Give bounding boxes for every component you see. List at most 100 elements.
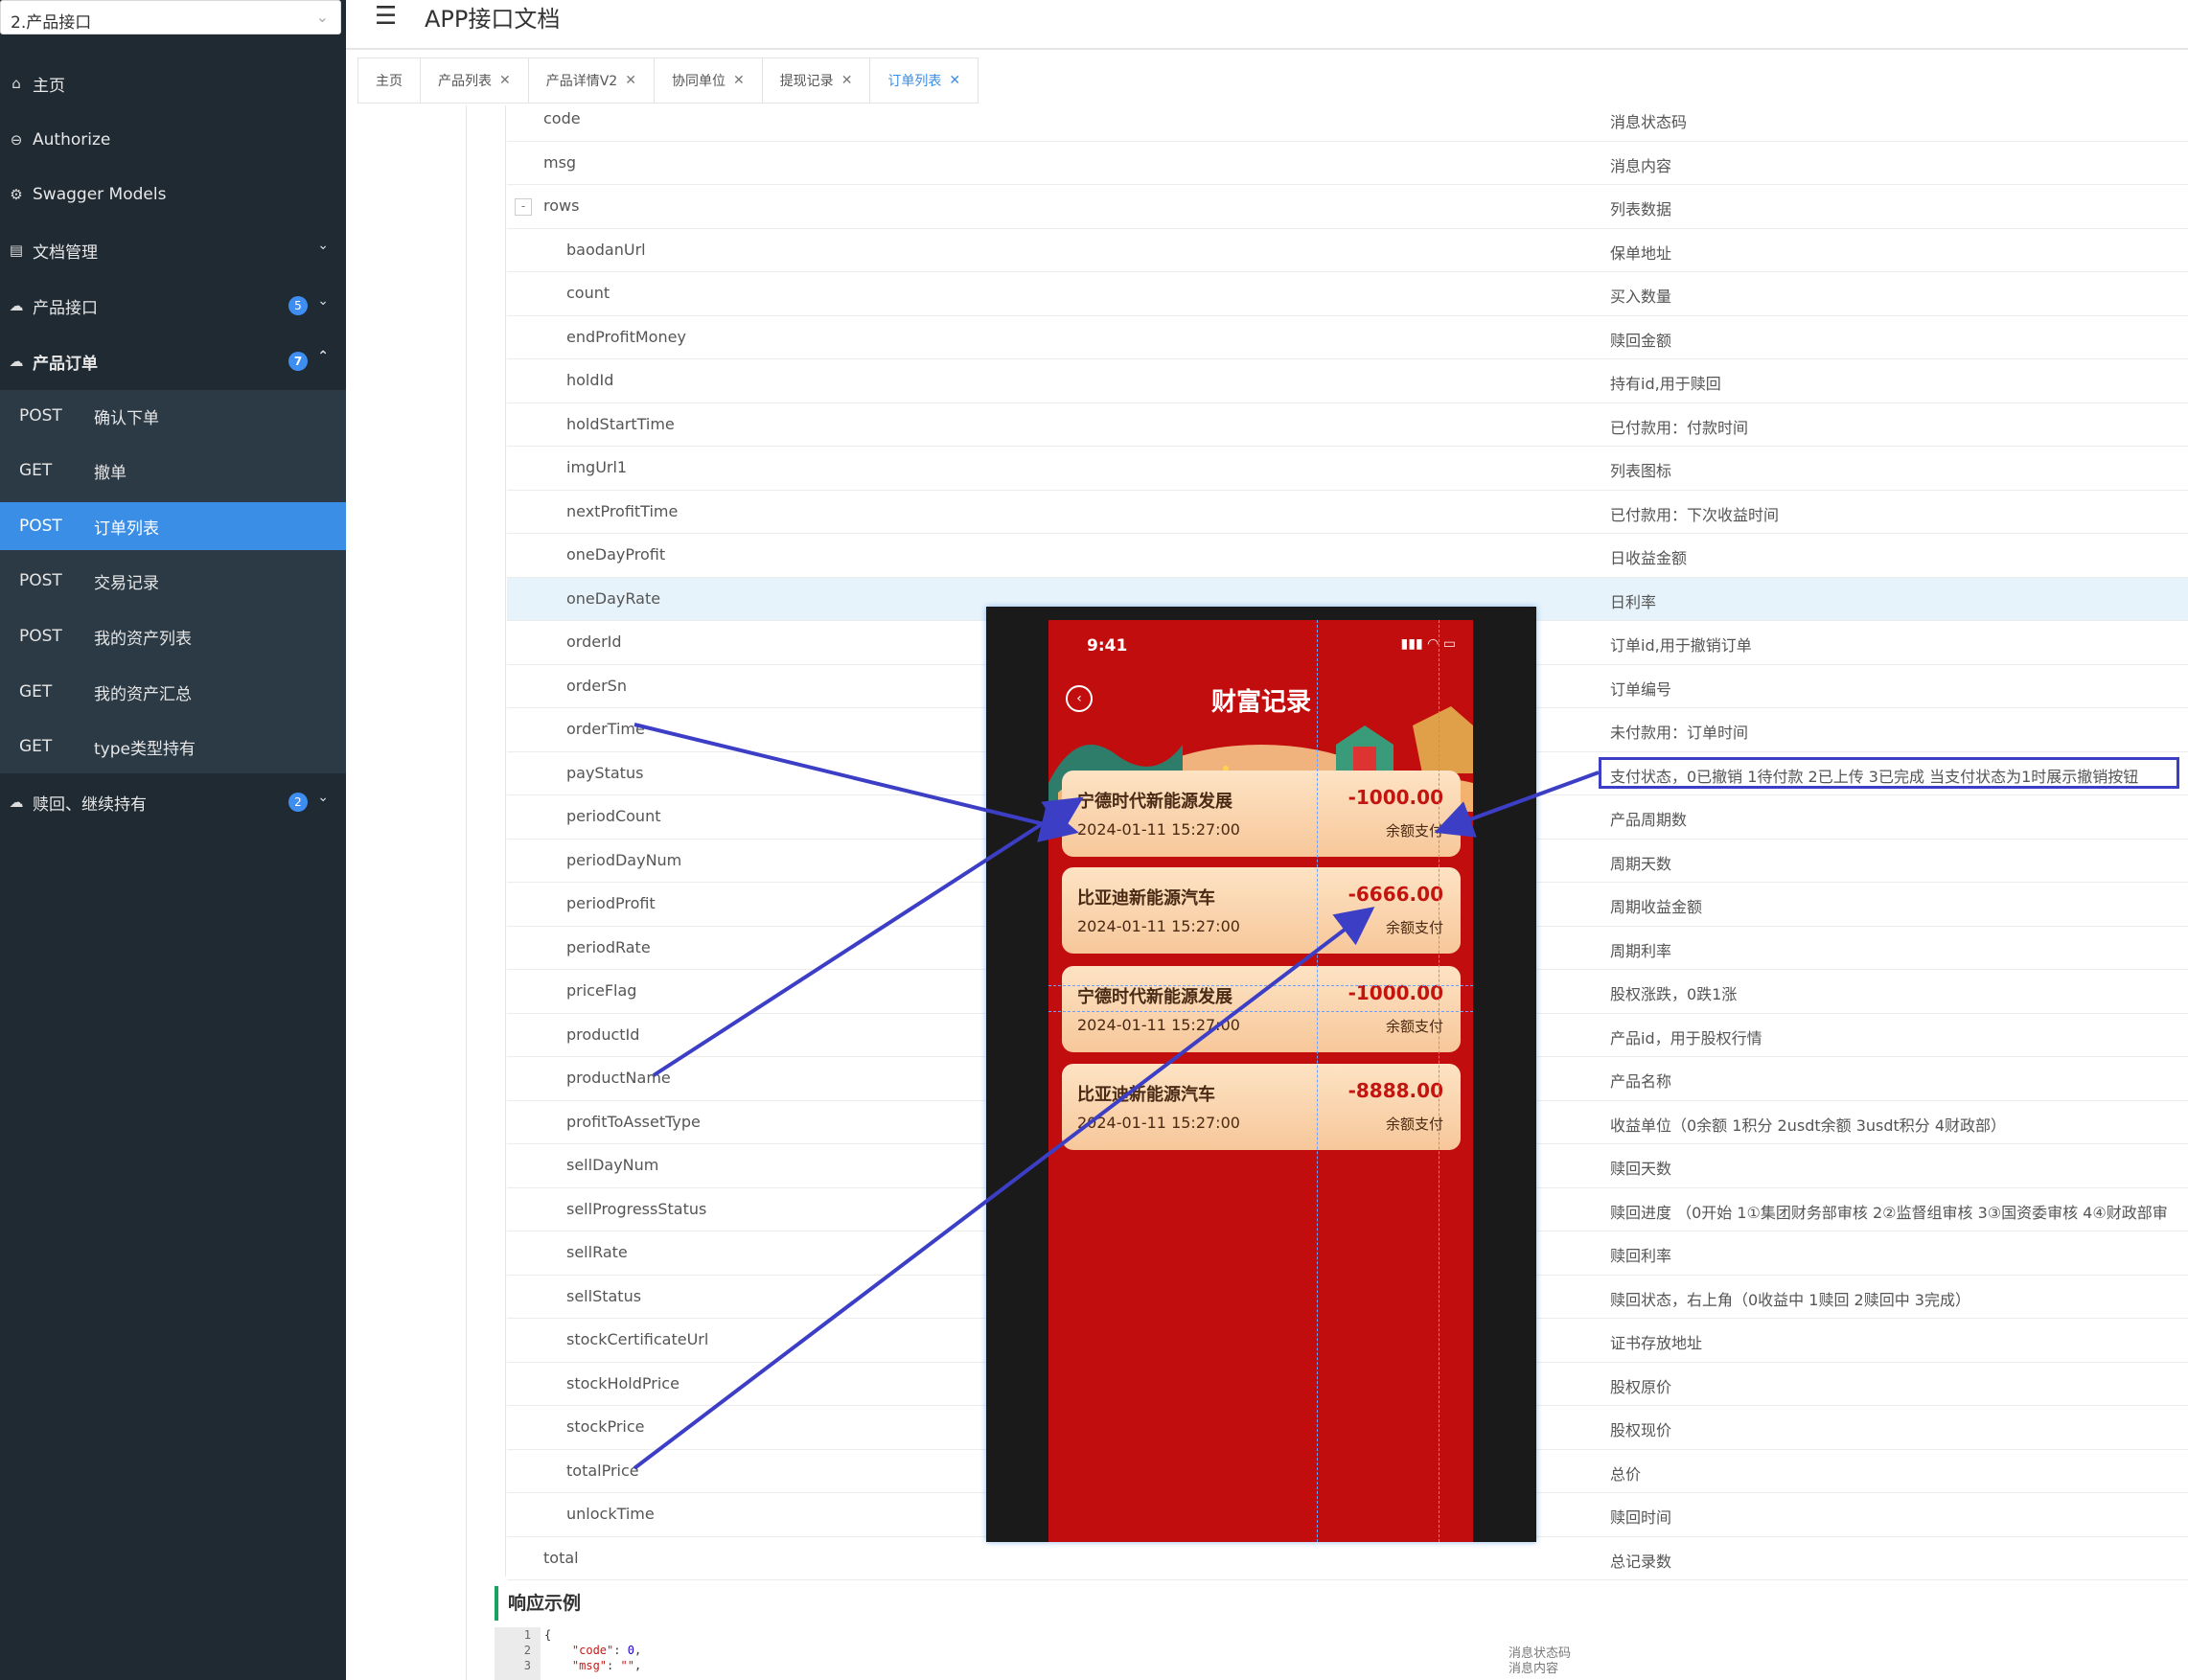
param-name: code [543,109,581,127]
sidebar-item-doc-manage[interactable]: ▤ 文档管理 ⌄ [0,222,346,278]
param-desc: 订单id,用于撤销订单 [1610,636,1752,655]
param-desc: 赎回天数 [1610,1160,1672,1178]
param-name: unlockTime [566,1505,655,1523]
tab-order-list[interactable]: 订单列表 ✕ [869,58,979,104]
service-select[interactable]: 2.产品接口 ⌄ [0,0,341,35]
param-name: count [566,284,610,302]
tab-product-detail[interactable]: 产品详情V2 ✕ [527,58,654,104]
cloud-icon: ☁ [9,794,24,811]
cloud-icon: ☁ [9,297,24,314]
param-desc: 赎回进度 （0开始 1①集团财务部审核 2②监督组审核 3③国资委审核 4④财政… [1610,1203,2168,1222]
status-icons: ▮▮▮ ◠ ▭ [1400,636,1456,652]
close-icon[interactable]: ✕ [949,73,960,88]
divider [466,105,467,1680]
param-name: totalPrice [566,1461,639,1480]
amount: -1000.00 [1347,786,1443,809]
param-name: periodRate [566,937,651,956]
product-name: 比亚迪新能源汽车 [1077,1085,1215,1105]
param-desc: 产品名称 [1610,1072,1672,1091]
sub-item-label: 订单列表 [94,518,159,539]
param-row: endProfitMoney 赎回金额 [507,316,2188,359]
param-desc: 收益单位（0余额 1积分 2usdt余额 3usdt积分 4财政部） [1610,1116,2007,1135]
back-button[interactable]: ‹ [1066,685,1093,712]
record-card[interactable]: 宁德时代新能源发展 2024-01-11 15:27:00 -1000.00 余… [1062,771,1461,857]
sidebar-item-swagger-models[interactable]: ⚙ Swagger Models [0,167,346,222]
param-desc: 产品周期数 [1610,811,1688,829]
line-number: 2 [523,1644,531,1657]
collapse-toggle-icon[interactable]: - [515,198,532,216]
param-name: priceFlag [566,981,637,1000]
param-name: oneDayProfit [566,545,666,564]
record-card[interactable]: 宁德时代新能源发展 2024-01-11 15:27:00 -1000.00 余… [1062,966,1461,1052]
param-desc: 列表图标 [1610,462,1672,480]
param-name: baodanUrl [566,240,646,259]
sidebar-sub-type-hold[interactable]: GET type类型持有 [0,723,346,771]
sidebar-item-home[interactable]: ⌂ 主页 [0,56,346,111]
param-name: periodProfit [566,894,656,912]
tab-label: 产品详情V2 [545,74,618,89]
sidebar-item-product-order[interactable]: ☁ 产品订单 7 ⌃ [0,334,346,389]
param-name: periodDayNum [566,850,682,869]
record-card[interactable]: 比亚迪新能源汽车 2024-01-11 15:27:00 -8888.00 余额… [1062,1064,1461,1150]
param-desc: 列表数据 [1610,200,1672,219]
param-name: sellDayNum [566,1156,659,1174]
param-desc: 股权原价 [1610,1377,1672,1396]
sub-item-label: type类型持有 [94,739,196,759]
param-row: msg 消息内容 [507,142,2188,185]
param-desc: 周期利率 [1610,941,1672,960]
param-name: productId [566,1024,640,1044]
sidebar-item-authorize[interactable]: ⊖ Authorize [0,112,346,168]
param-name: endProfitMoney [566,327,686,346]
http-method: POST [19,571,62,590]
sidebar-sub-my-assets[interactable]: POST 我的资产列表 [0,612,346,660]
record-card[interactable]: 比亚迪新能源汽车 2024-01-11 15:27:00 -6666.00 余额… [1062,867,1461,954]
tab-partner[interactable]: 协同单位 ✕ [653,58,762,104]
close-icon[interactable]: ✕ [499,73,511,88]
tab-label: 提现记录 [779,74,834,89]
status-time: 9:41 [1087,636,1128,656]
param-name: nextProfitTime [566,501,679,520]
param-row: oneDayProfit 日收益金额 [507,534,2188,578]
service-select-value: 2.产品接口 [11,13,92,33]
param-desc: 股权现价 [1610,1421,1672,1439]
sidebar-sub-order-list[interactable]: POST 订单列表 [0,502,346,550]
param-name: oneDayRate [566,588,661,608]
param-name: holdStartTime [566,414,675,433]
code-example: 1 2 3 { "code": 0, "msg": "", [495,1627,2028,1680]
param-name: sellStatus [566,1286,642,1305]
pay-method: 余额支付 [1385,1018,1443,1035]
guide-line [1048,1011,1473,1012]
chevron-down-icon: ⌄ [315,8,329,26]
sidebar-sub-cancel-order[interactable]: GET 撤单 [0,447,346,495]
sidebar-item-redeem[interactable]: ☁ 赎回、继续持有 2 ⌄ [0,774,346,830]
sidebar-sub-trade-records[interactable]: POST 交易记录 [0,557,346,605]
param-desc: 周期收益金额 [1610,898,1703,916]
sidebar: 2.产品接口 ⌄ ⌂ 主页 ⊖ Authorize ⚙ Swagger Mode… [0,0,346,1680]
sidebar-item-product-api[interactable]: ☁ 产品接口 5 ⌄ [0,278,346,334]
tab-withdraw[interactable]: 提现记录 ✕ [761,58,870,104]
close-icon[interactable]: ✕ [625,73,636,88]
param-row: baodanUrl 保单地址 [507,229,2188,272]
chevron-down-icon: ⌄ [317,293,329,309]
count-badge: 2 [288,793,308,812]
cloud-icon: ☁ [9,353,24,370]
param-name: orderTime [566,720,645,738]
menu-toggle-icon[interactable]: ☰ [375,2,397,31]
close-icon[interactable]: ✕ [733,73,745,88]
param-desc: 消息内容 [1610,156,1672,175]
param-row: imgUrl1 列表图标 [507,447,2188,491]
param-desc: 周期天数 [1610,854,1672,873]
product-name: 宁德时代新能源发展 [1077,792,1232,812]
sub-item-label: 交易记录 [94,573,159,593]
sidebar-sub-asset-summary[interactable]: GET 我的资产汇总 [0,668,346,716]
tab-home[interactable]: 主页 [357,58,420,104]
tab-product-list[interactable]: 产品列表 ✕ [420,58,528,104]
close-icon[interactable]: ✕ [841,73,853,88]
param-name: msg [543,152,577,172]
tab-bar: 主页 产品列表 ✕ 产品详情V2 ✕ 协同单位 ✕ 提现记录 ✕ 订单列表 ✕ [357,58,979,104]
http-method: GET [19,461,53,480]
header: ☰ APP接口文档 [346,0,2188,50]
sidebar-sub-confirm-order[interactable]: POST 确认下单 [0,392,346,440]
param-row: count 买入数量 [507,272,2188,316]
param-desc: 持有id,用于赎回 [1610,375,1721,393]
